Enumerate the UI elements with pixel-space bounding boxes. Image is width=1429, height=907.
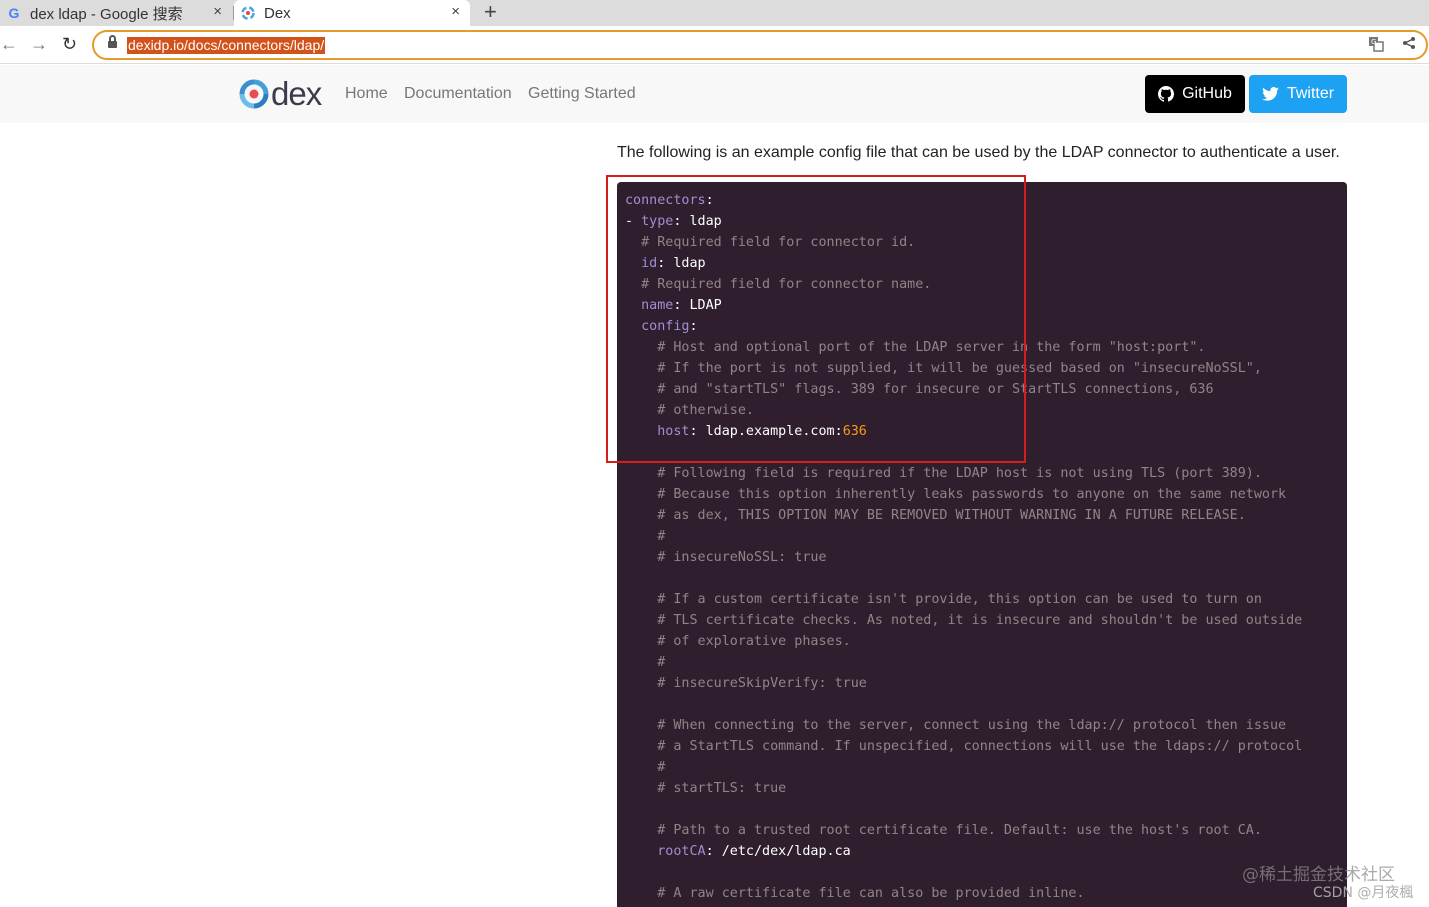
code-token: # as dex, THIS OPTION MAY BE REMOVED WIT…	[625, 508, 1246, 523]
dex-icon	[240, 5, 256, 21]
code-line: # A raw certificate file can also be pro…	[625, 883, 1302, 904]
code-token: # Because this option inherently leaks p…	[625, 487, 1287, 502]
code-line: #	[625, 652, 1302, 673]
site-header: dex Home Documentation Getting Started G…	[0, 65, 1429, 123]
github-icon	[1158, 86, 1175, 102]
close-icon[interactable]: ×	[213, 3, 222, 20]
code-line: # insecureNoSSL: true	[625, 547, 1302, 568]
code-line: # startTLS: true	[625, 778, 1302, 799]
code-line: #	[625, 526, 1302, 547]
code-line: # When connecting to the server, connect…	[625, 715, 1302, 736]
code-token: # startTLS: true	[625, 781, 787, 796]
tab-dex[interactable]: Dex ×	[234, 0, 470, 26]
tab-bar: G dex ldap - Google 搜索 × Dex × +	[0, 0, 1429, 26]
google-icon: G	[8, 5, 20, 21]
twitter-icon	[1262, 87, 1279, 101]
close-icon[interactable]: ×	[451, 3, 460, 20]
code-token: # a StartTLS command. If unspecified, co…	[625, 739, 1303, 754]
code-line: # TLS certificate checks. As noted, it i…	[625, 610, 1302, 631]
forward-button[interactable]: →	[30, 34, 48, 54]
tab-google-search[interactable]: G dex ldap - Google 搜索 ×	[0, 0, 232, 26]
twitter-label: Twitter	[1286, 85, 1335, 102]
nav-documentation[interactable]: Documentation	[404, 85, 512, 103]
address-bar[interactable]: dexidp.io/docs/connectors/ldap/ G	[92, 30, 1428, 60]
code-line: # Following field is required if the LDA…	[625, 463, 1302, 484]
nav-getting-started[interactable]: Getting Started	[528, 85, 636, 103]
intro-paragraph: The following is an example config file …	[617, 144, 1340, 161]
share-icon[interactable]	[1402, 36, 1416, 54]
tab-title: Dex	[264, 4, 291, 22]
code-token: # insecureSkipVerify: true	[625, 676, 867, 691]
code-line: # as dex, THIS OPTION MAY BE REMOVED WIT…	[625, 505, 1302, 526]
code-token: # of explorative phases.	[625, 634, 851, 649]
code-line: # a StartTLS command. If unspecified, co…	[625, 736, 1302, 757]
back-button[interactable]: ←	[0, 34, 18, 54]
reload-button[interactable]: ↻	[62, 34, 77, 54]
github-button[interactable]: GitHub	[1145, 75, 1245, 113]
highlight-annotation-box	[606, 175, 1026, 463]
github-label: GitHub	[1182, 85, 1232, 102]
code-line: # Because this option inherently leaks p…	[625, 484, 1302, 505]
code-token: #	[625, 760, 666, 775]
logo-text: dex	[271, 75, 322, 112]
code-token: #	[625, 529, 666, 544]
dex-logo[interactable]: dex	[239, 75, 322, 112]
code-line: #	[625, 757, 1302, 778]
code-token: # When connecting to the server, connect…	[625, 718, 1287, 733]
code-line: # If a custom certificate isn't provide,…	[625, 589, 1302, 610]
code-token: : /etc/dex/ldap.ca	[705, 844, 851, 859]
twitter-button[interactable]: Twitter	[1249, 75, 1347, 113]
watermark-csdn: CSDN @月夜楓	[1313, 885, 1414, 901]
translate-icon[interactable]: G	[1368, 36, 1384, 56]
code-token: # Path to a trusted root certificate fil…	[625, 823, 1262, 838]
code-line: # of explorative phases.	[625, 631, 1302, 652]
code-token: rootCA	[657, 844, 706, 859]
dex-logo-icon	[239, 79, 269, 109]
code-token: #	[625, 655, 666, 670]
new-tab-button[interactable]: +	[484, 0, 497, 24]
nav-home[interactable]: Home	[345, 85, 388, 103]
code-line: # insecureSkipVerify: true	[625, 673, 1302, 694]
code-line: # Path to a trusted root certificate fil…	[625, 820, 1302, 841]
code-token: # A raw certificate file can also be pro…	[625, 886, 1085, 901]
code-token: # insecureNoSSL: true	[625, 550, 827, 565]
code-token: # If a custom certificate isn't provide,…	[625, 592, 1262, 607]
code-line: rootCA: /etc/dex/ldap.ca	[625, 841, 1302, 862]
url-text[interactable]: dexidp.io/docs/connectors/ldap/	[127, 37, 326, 54]
tab-title: dex ldap - Google 搜索	[30, 5, 183, 23]
svg-text:G: G	[1371, 38, 1376, 46]
lock-icon	[108, 35, 117, 50]
code-token: # TLS certificate checks. As noted, it i…	[625, 613, 1303, 628]
code-token: # Following field is required if the LDA…	[625, 466, 1262, 481]
